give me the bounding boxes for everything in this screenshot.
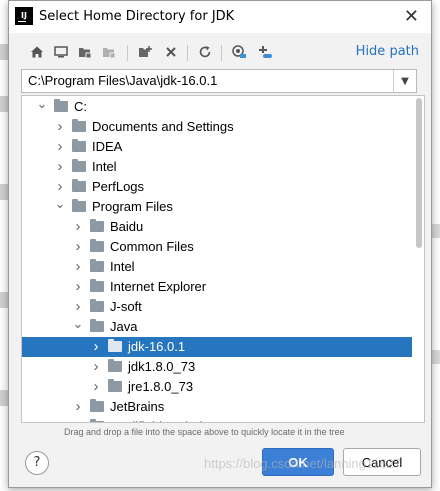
new-folder-icon[interactable]: [135, 42, 155, 62]
tree-row-label: Intel: [92, 159, 117, 174]
chevron-right-icon[interactable]: ›: [54, 157, 66, 177]
tree-row-label: Modifiable Windows Apps: [110, 419, 258, 422]
tree-row-label: Common Files: [110, 239, 194, 254]
folder-icon: [90, 399, 104, 412]
tree-row-label: PerfLogs: [92, 179, 145, 194]
path-history-dropdown[interactable]: ▼: [393, 70, 416, 92]
folder-icon: [72, 199, 86, 212]
folder-icon: [90, 299, 104, 312]
hide-path-link[interactable]: Hide path: [356, 44, 419, 59]
folder-icon: [72, 139, 86, 152]
chevron-right-icon[interactable]: ›: [90, 337, 102, 357]
tree-row[interactable]: › Intel: [22, 157, 412, 177]
tree-row[interactable]: › J-soft: [22, 297, 412, 317]
tree-scrollbar[interactable]: [416, 98, 422, 248]
chevron-right-icon[interactable]: ›: [72, 397, 84, 417]
chevron-down-icon[interactable]: ⌄: [36, 97, 48, 117]
tree-row-label: J-soft: [110, 299, 142, 314]
chevron-right-icon[interactable]: ›: [72, 257, 84, 277]
tree-row-label: jre1.8.0_73: [128, 379, 194, 394]
drag-drop-hint: Drag and drop a file into the space abov…: [64, 427, 345, 437]
tree-row[interactable]: › jre1.8.0_73: [22, 377, 412, 397]
tree-row-label: jdk-16.0.1: [128, 339, 186, 354]
desktop-icon[interactable]: [51, 42, 71, 62]
drive-folder-icon: [54, 99, 68, 112]
tree-row-label: C:: [74, 99, 87, 114]
show-hidden-icon[interactable]: [229, 42, 249, 62]
close-icon[interactable]: ✕: [404, 6, 419, 27]
path-input[interactable]: C:\Program Files\Java\jdk-16.0.1 ▼: [21, 69, 417, 93]
tree-row[interactable]: › PerfLogs: [22, 177, 412, 197]
tree-row[interactable]: ⌄ Program Files: [22, 197, 412, 217]
chevron-right-icon[interactable]: ›: [72, 277, 84, 297]
tree-row-label: Internet Explorer: [110, 279, 207, 294]
folder-icon: [108, 359, 122, 372]
refresh-icon[interactable]: [195, 42, 215, 62]
chevron-right-icon[interactable]: ›: [72, 217, 84, 237]
folder-icon: [108, 379, 122, 392]
tree-row-label: Intel: [110, 259, 135, 274]
tree-row-label: Java: [110, 319, 138, 334]
folder-icon: [72, 119, 86, 132]
home-icon[interactable]: [27, 42, 47, 62]
chevron-down-icon[interactable]: ⌄: [54, 197, 66, 217]
toolbar-separator: [127, 45, 128, 61]
chevron-right-icon[interactable]: ›: [90, 377, 102, 397]
chevron-right-icon[interactable]: ›: [90, 357, 102, 377]
chevron-down-icon[interactable]: ⌄: [72, 317, 84, 337]
tree-row[interactable]: ⌄ C:: [22, 97, 412, 117]
tree-row[interactable]: › Intel: [22, 257, 412, 277]
chevron-right-icon[interactable]: ›: [72, 417, 84, 422]
tree-row-label: Documents and Settings: [92, 119, 234, 134]
folder-icon: [90, 259, 104, 272]
folder-icon: [72, 159, 86, 172]
chevron-right-icon[interactable]: ›: [54, 177, 66, 197]
delete-icon[interactable]: [161, 42, 181, 62]
tree-row[interactable]: › Common Files: [22, 237, 412, 257]
toolbar-separator: [221, 45, 222, 61]
tree-row[interactable]: ⌄ Java: [22, 317, 412, 337]
tree-row-label: Program Files: [92, 199, 173, 214]
chevron-right-icon[interactable]: ›: [72, 297, 84, 317]
chevron-right-icon[interactable]: ›: [72, 237, 84, 257]
tree-row[interactable]: › JetBrains: [22, 397, 412, 417]
path-input-value: C:\Program Files\Java\jdk-16.0.1: [28, 73, 218, 88]
chevron-right-icon[interactable]: ›: [54, 137, 66, 157]
module-folder-icon[interactable]: [99, 42, 119, 62]
tree-row[interactable]: › Documents and Settings: [22, 117, 412, 137]
tree-row-label: IDEA: [92, 139, 123, 154]
folder-icon: [90, 419, 104, 422]
chevron-down-icon: ▼: [401, 75, 409, 87]
file-tree[interactable]: ⌄ C: › Documents and Settings › IDEA › Intel › Pe…: [21, 95, 425, 423]
tree-row-label: jdk1.8.0_73: [128, 359, 196, 374]
intellij-app-icon: IJ: [15, 7, 33, 25]
tree-row[interactable]: › Baidu: [22, 217, 412, 237]
toolbar-separator: [187, 45, 188, 61]
folder-icon: [90, 239, 104, 252]
help-button[interactable]: ?: [25, 451, 49, 475]
folder-icon: [108, 339, 122, 352]
select-home-directory-dialog: IJ Select Home Directory for JDK ✕ Hide …: [8, 0, 432, 488]
tree-row-label: Baidu: [110, 219, 144, 234]
tree-row[interactable]: › jdk-16.0.1: [22, 337, 412, 357]
title-bar: IJ Select Home Directory for JDK ✕: [9, 1, 431, 33]
chevron-right-icon[interactable]: ›: [54, 117, 66, 137]
project-folder-icon[interactable]: [75, 42, 95, 62]
folder-icon: [72, 179, 86, 192]
tree-row[interactable]: › IDEA: [22, 137, 412, 157]
folder-icon: [90, 319, 104, 332]
folder-icon: [90, 219, 104, 232]
dialog-title: Select Home Directory for JDK: [39, 9, 235, 24]
tree-row[interactable]: › jdk1.8.0_73: [22, 357, 412, 377]
tree-row[interactable]: › Modifiable Windows Apps: [22, 417, 412, 422]
tree-row-label: JetBrains: [110, 399, 165, 414]
folder-icon: [90, 279, 104, 292]
drive-icon[interactable]: [255, 42, 275, 62]
watermark-text: https://blog.csdn.net/lanning11627: [204, 456, 402, 471]
tree-row[interactable]: › Internet Explorer: [22, 277, 412, 297]
